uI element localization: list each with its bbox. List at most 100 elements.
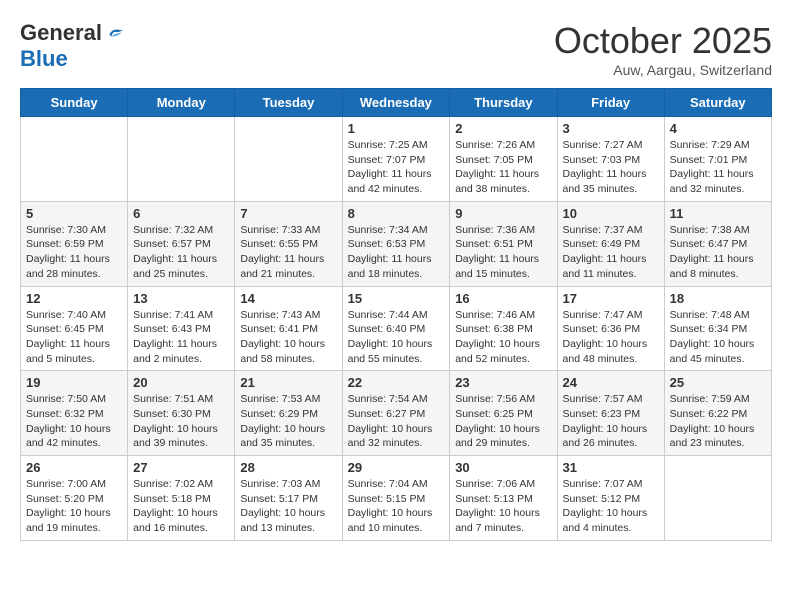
calendar-cell: 18 Sunrise: 7:48 AM Sunset: 6:34 PM Dayli… [664, 286, 771, 371]
calendar-cell: 6 Sunrise: 7:32 AM Sunset: 6:57 PM Daylig… [128, 201, 235, 286]
day-number: 22 [348, 375, 445, 390]
calendar-cell [235, 117, 342, 202]
day-info: Sunrise: 7:56 AM Sunset: 6:25 PM Dayligh… [455, 392, 551, 451]
day-number: 10 [563, 206, 659, 221]
title-area: October 2025 Auw, Aargau, Switzerland [554, 20, 772, 78]
day-info: Sunrise: 7:38 AM Sunset: 6:47 PM Dayligh… [670, 223, 766, 282]
day-info: Sunrise: 7:44 AM Sunset: 6:40 PM Dayligh… [348, 308, 445, 367]
day-number: 16 [455, 291, 551, 306]
day-number: 29 [348, 460, 445, 475]
calendar-week-row: 1 Sunrise: 7:25 AM Sunset: 7:07 PM Daylig… [21, 117, 772, 202]
location: Auw, Aargau, Switzerland [554, 62, 772, 78]
calendar-cell: 11 Sunrise: 7:38 AM Sunset: 6:47 PM Dayli… [664, 201, 771, 286]
day-info: Sunrise: 7:43 AM Sunset: 6:41 PM Dayligh… [240, 308, 336, 367]
day-header-friday: Friday [557, 89, 664, 117]
day-header-thursday: Thursday [450, 89, 557, 117]
day-header-tuesday: Tuesday [235, 89, 342, 117]
calendar-week-row: 19 Sunrise: 7:50 AM Sunset: 6:32 PM Dayli… [21, 371, 772, 456]
day-info: Sunrise: 7:07 AM Sunset: 5:12 PM Dayligh… [563, 477, 659, 536]
logo-general-text: General [20, 20, 102, 46]
calendar-cell: 16 Sunrise: 7:46 AM Sunset: 6:38 PM Dayli… [450, 286, 557, 371]
calendar-cell: 7 Sunrise: 7:33 AM Sunset: 6:55 PM Daylig… [235, 201, 342, 286]
day-number: 13 [133, 291, 229, 306]
day-number: 1 [348, 121, 445, 136]
day-info: Sunrise: 7:57 AM Sunset: 6:23 PM Dayligh… [563, 392, 659, 451]
day-info: Sunrise: 7:26 AM Sunset: 7:05 PM Dayligh… [455, 138, 551, 197]
calendar-cell: 21 Sunrise: 7:53 AM Sunset: 6:29 PM Dayli… [235, 371, 342, 456]
day-number: 30 [455, 460, 551, 475]
day-number: 19 [26, 375, 122, 390]
calendar-cell: 1 Sunrise: 7:25 AM Sunset: 7:07 PM Daylig… [342, 117, 450, 202]
calendar-cell [664, 456, 771, 541]
calendar-cell: 10 Sunrise: 7:37 AM Sunset: 6:49 PM Dayli… [557, 201, 664, 286]
day-number: 12 [26, 291, 122, 306]
day-info: Sunrise: 7:48 AM Sunset: 6:34 PM Dayligh… [670, 308, 766, 367]
calendar-cell [21, 117, 128, 202]
calendar-week-row: 12 Sunrise: 7:40 AM Sunset: 6:45 PM Dayli… [21, 286, 772, 371]
calendar-cell: 23 Sunrise: 7:56 AM Sunset: 6:25 PM Dayli… [450, 371, 557, 456]
day-info: Sunrise: 7:54 AM Sunset: 6:27 PM Dayligh… [348, 392, 445, 451]
day-info: Sunrise: 7:47 AM Sunset: 6:36 PM Dayligh… [563, 308, 659, 367]
calendar-cell [128, 117, 235, 202]
day-number: 8 [348, 206, 445, 221]
day-info: Sunrise: 7:40 AM Sunset: 6:45 PM Dayligh… [26, 308, 122, 367]
day-info: Sunrise: 7:02 AM Sunset: 5:18 PM Dayligh… [133, 477, 229, 536]
day-info: Sunrise: 7:32 AM Sunset: 6:57 PM Dayligh… [133, 223, 229, 282]
calendar-week-row: 26 Sunrise: 7:00 AM Sunset: 5:20 PM Dayli… [21, 456, 772, 541]
calendar-cell: 27 Sunrise: 7:02 AM Sunset: 5:18 PM Dayli… [128, 456, 235, 541]
day-info: Sunrise: 7:06 AM Sunset: 5:13 PM Dayligh… [455, 477, 551, 536]
day-info: Sunrise: 7:29 AM Sunset: 7:01 PM Dayligh… [670, 138, 766, 197]
day-number: 5 [26, 206, 122, 221]
day-info: Sunrise: 7:27 AM Sunset: 7:03 PM Dayligh… [563, 138, 659, 197]
calendar-cell: 9Sunrise: 7:36 AM Sunset: 6:51 PM Daylig… [450, 201, 557, 286]
day-number: 6 [133, 206, 229, 221]
day-info: Sunrise: 7:53 AM Sunset: 6:29 PM Dayligh… [240, 392, 336, 451]
day-number: 7 [240, 206, 336, 221]
day-number: 15 [348, 291, 445, 306]
month-title: October 2025 [554, 20, 772, 62]
day-number: 4 [670, 121, 766, 136]
calendar-cell: 19 Sunrise: 7:50 AM Sunset: 6:32 PM Dayli… [21, 371, 128, 456]
day-info: Sunrise: 7:00 AM Sunset: 5:20 PM Dayligh… [26, 477, 122, 536]
logo-bird-icon [106, 23, 126, 43]
day-header-monday: Monday [128, 89, 235, 117]
day-number: 26 [26, 460, 122, 475]
day-number: 14 [240, 291, 336, 306]
calendar-cell: 5Sunrise: 7:30 AM Sunset: 6:59 PM Daylig… [21, 201, 128, 286]
page-header: General Blue October 2025 Auw, Aargau, S… [20, 20, 772, 78]
calendar-cell: 4 Sunrise: 7:29 AM Sunset: 7:01 PM Daylig… [664, 117, 771, 202]
calendar-cell: 3Sunrise: 7:27 AM Sunset: 7:03 PM Daylig… [557, 117, 664, 202]
calendar-cell: 17Sunrise: 7:47 AM Sunset: 6:36 PM Dayli… [557, 286, 664, 371]
calendar-cell: 2Sunrise: 7:26 AM Sunset: 7:05 PM Daylig… [450, 117, 557, 202]
calendar-table: SundayMondayTuesdayWednesdayThursdayFrid… [20, 88, 772, 541]
day-number: 23 [455, 375, 551, 390]
day-info: Sunrise: 7:50 AM Sunset: 6:32 PM Dayligh… [26, 392, 122, 451]
day-info: Sunrise: 7:04 AM Sunset: 5:15 PM Dayligh… [348, 477, 445, 536]
calendar-cell: 25 Sunrise: 7:59 AM Sunset: 6:22 PM Dayli… [664, 371, 771, 456]
logo: General Blue [20, 20, 126, 72]
calendar-cell: 24 Sunrise: 7:57 AM Sunset: 6:23 PM Dayli… [557, 371, 664, 456]
calendar-cell: 30 Sunrise: 7:06 AM Sunset: 5:13 PM Dayli… [450, 456, 557, 541]
day-number: 18 [670, 291, 766, 306]
day-number: 11 [670, 206, 766, 221]
day-number: 24 [563, 375, 659, 390]
day-info: Sunrise: 7:41 AM Sunset: 6:43 PM Dayligh… [133, 308, 229, 367]
day-number: 25 [670, 375, 766, 390]
day-info: Sunrise: 7:36 AM Sunset: 6:51 PM Dayligh… [455, 223, 551, 282]
day-info: Sunrise: 7:59 AM Sunset: 6:22 PM Dayligh… [670, 392, 766, 451]
day-info: Sunrise: 7:25 AM Sunset: 7:07 PM Dayligh… [348, 138, 445, 197]
day-number: 31 [563, 460, 659, 475]
calendar-cell: 28Sunrise: 7:03 AM Sunset: 5:17 PM Dayli… [235, 456, 342, 541]
day-info: Sunrise: 7:37 AM Sunset: 6:49 PM Dayligh… [563, 223, 659, 282]
calendar-cell: 15 Sunrise: 7:44 AM Sunset: 6:40 PM Dayli… [342, 286, 450, 371]
day-header-sunday: Sunday [21, 89, 128, 117]
day-info: Sunrise: 7:46 AM Sunset: 6:38 PM Dayligh… [455, 308, 551, 367]
calendar-cell: 14 Sunrise: 7:43 AM Sunset: 6:41 PM Dayli… [235, 286, 342, 371]
day-number: 21 [240, 375, 336, 390]
calendar-cell: 8Sunrise: 7:34 AM Sunset: 6:53 PM Daylig… [342, 201, 450, 286]
day-info: Sunrise: 7:33 AM Sunset: 6:55 PM Dayligh… [240, 223, 336, 282]
day-header-wednesday: Wednesday [342, 89, 450, 117]
day-number: 27 [133, 460, 229, 475]
calendar-cell: 13 Sunrise: 7:41 AM Sunset: 6:43 PM Dayli… [128, 286, 235, 371]
calendar-cell: 12 Sunrise: 7:40 AM Sunset: 6:45 PM Dayli… [21, 286, 128, 371]
